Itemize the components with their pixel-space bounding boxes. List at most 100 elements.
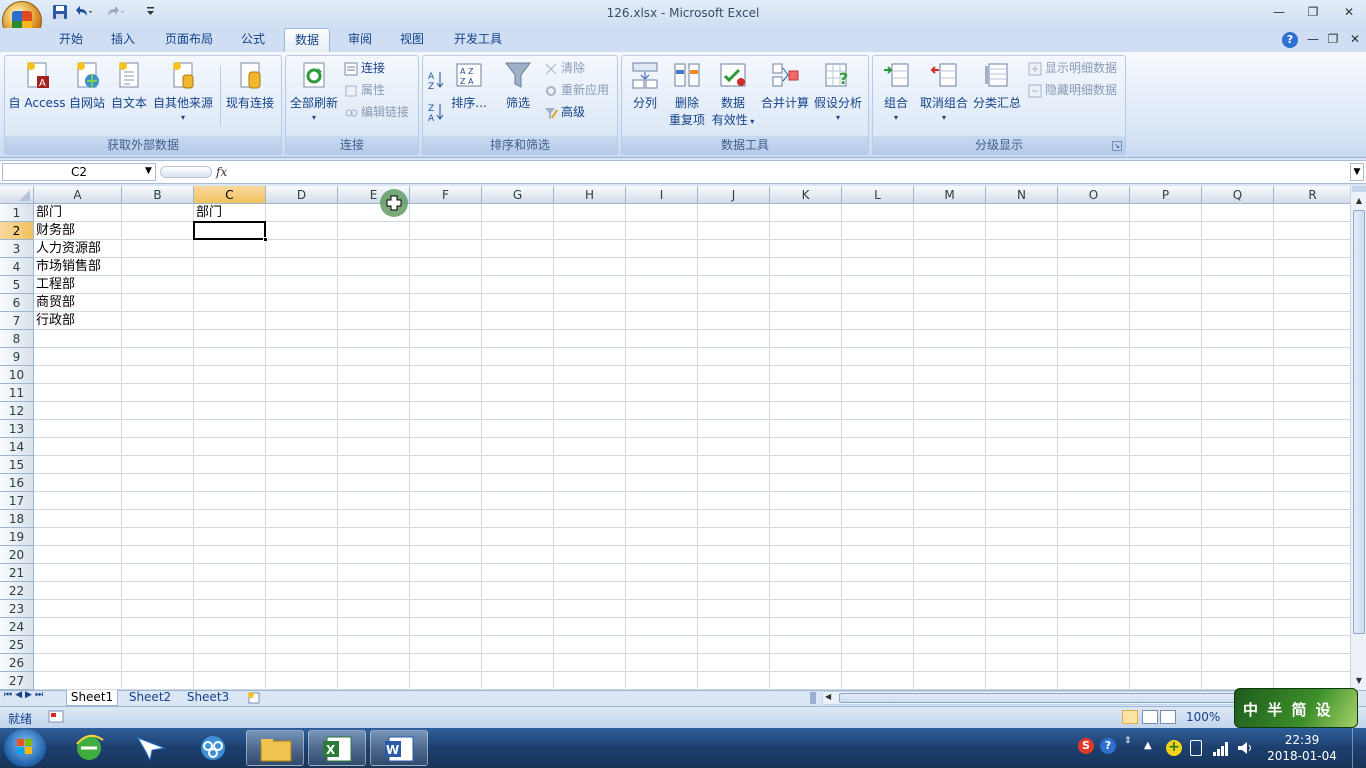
insert-sheet-icon[interactable] [244,691,266,705]
page-break-view-icon[interactable] [1160,710,1176,724]
ungroup-button[interactable]: 取消组合 ▾ [918,60,970,122]
row-header-5[interactable]: 5 [0,276,34,294]
tab-home[interactable]: 开始 [50,28,92,52]
row-header-2[interactable]: 2 [0,222,34,240]
data-validation-button[interactable]: 数据 有效性 ▾ [708,60,758,128]
cell-A6[interactable]: 商贸部 [34,294,75,312]
row-header-19[interactable]: 19 [0,528,34,546]
sheet-tab-1[interactable]: Sheet1 [66,690,118,706]
insert-function-icon[interactable]: fx [216,163,234,181]
row-header-9[interactable]: 9 [0,348,34,366]
from-text-button[interactable]: 自文本 [108,60,150,111]
tab-insert[interactable]: 插入 [102,28,144,52]
zoom-level[interactable]: 100% [1186,710,1220,724]
name-box-dropdown-icon[interactable]: ▼ [145,166,152,176]
row-header-3[interactable]: 3 [0,240,34,258]
cell-A3[interactable]: 人力资源部 [34,240,101,258]
text-to-columns-button[interactable]: 分列 [626,60,664,111]
column-header-B[interactable]: B [122,186,194,204]
row-header-25[interactable]: 25 [0,636,34,654]
h-scroll-thumb[interactable] [839,693,1259,703]
security-tray-icon[interactable]: + [1166,740,1182,756]
subtotal-button[interactable]: 分类汇总 [972,60,1022,111]
row-header-6[interactable]: 6 [0,294,34,312]
row-header-26[interactable]: 26 [0,654,34,672]
sheet-tab-3[interactable]: Sheet3 [182,690,234,706]
taskbar-ie-browser[interactable] [60,730,118,766]
row-header-8[interactable]: 8 [0,330,34,348]
column-header-J[interactable]: J [698,186,770,204]
column-header-O[interactable]: O [1058,186,1130,204]
close-icon[interactable]: ✕ [1336,3,1362,21]
what-if-analysis-button[interactable]: ? 假设分析 ▾ [812,60,864,122]
advanced-filter-button[interactable]: 高级 [544,102,585,122]
formula-bar-splitter[interactable] [160,166,212,178]
sheet-tab-2[interactable]: Sheet2 [124,690,176,706]
from-other-sources-button[interactable]: 自其他来源 ▾ [150,60,216,122]
column-header-R[interactable]: R [1274,186,1352,204]
undo-icon[interactable] [72,4,94,24]
column-header-A[interactable]: A [34,186,122,204]
wb-close-icon[interactable]: ✕ [1342,30,1366,48]
row-header-13[interactable]: 13 [0,420,34,438]
row-header-12[interactable]: 12 [0,402,34,420]
scroll-down-icon[interactable]: ▼ [1352,674,1366,688]
column-header-I[interactable]: I [626,186,698,204]
row-header-16[interactable]: 16 [0,474,34,492]
select-all-button[interactable] [0,186,34,204]
row-header-4[interactable]: 4 [0,258,34,276]
cell-A7[interactable]: 行政部 [34,312,75,330]
cell-A1[interactable]: 部门 [34,204,62,222]
sort-desc-icon[interactable]: ZA [428,102,446,125]
cell-A2[interactable]: 财务部 [34,222,75,240]
row-header-23[interactable]: 23 [0,600,34,618]
column-header-P[interactable]: P [1130,186,1202,204]
tab-page-layout[interactable]: 页面布局 [156,28,222,52]
page-layout-view-icon[interactable] [1142,710,1158,724]
device-tray-icon[interactable] [1190,740,1202,756]
refresh-all-button[interactable]: 全部刷新 ▾ [288,60,340,122]
macro-record-icon[interactable] [48,710,64,723]
fill-handle[interactable] [263,237,268,242]
tab-split-handle[interactable] [810,692,816,704]
tray-help-icon[interactable]: ? [1100,738,1116,754]
column-header-K[interactable]: K [770,186,842,204]
sort-button[interactable]: A ZZ A 排序... [450,60,488,111]
scroll-left-icon[interactable]: ◀ [825,692,831,701]
taskbar-clock[interactable]: 22:39 2018-01-04 [1262,732,1342,764]
column-header-G[interactable]: G [482,186,554,204]
worksheet-grid[interactable] [0,186,1350,690]
sort-asc-icon[interactable]: AZ [428,70,446,93]
tab-data[interactable]: 数据 [284,28,330,52]
save-icon[interactable] [52,4,68,24]
start-button[interactable] [4,729,46,767]
scroll-up-icon[interactable]: ▲ [1352,194,1366,208]
group-button[interactable]: 组合 ▾ [878,60,914,122]
expand-formula-bar-icon[interactable]: ▼ [1350,163,1364,181]
row-header-18[interactable]: 18 [0,510,34,528]
taskbar-word[interactable]: W [370,730,428,766]
row-header-14[interactable]: 14 [0,438,34,456]
column-header-Q[interactable]: Q [1202,186,1274,204]
filter-button[interactable]: 筛选 [500,60,536,111]
restore-icon[interactable]: ❐ [1300,3,1326,21]
cell-C1[interactable]: 部门 [194,204,222,222]
connections-button[interactable]: 连接 [344,58,385,78]
scroll-thumb[interactable] [1353,210,1365,634]
tab-developer[interactable]: 开发工具 [444,28,512,52]
row-header-10[interactable]: 10 [0,366,34,384]
normal-view-icon[interactable] [1122,710,1138,724]
row-header-7[interactable]: 7 [0,312,34,330]
cell-A5[interactable]: 工程部 [34,276,75,294]
tab-view[interactable]: 视图 [392,28,432,52]
column-header-H[interactable]: H [554,186,626,204]
row-header-20[interactable]: 20 [0,546,34,564]
consolidate-button[interactable]: 合并计算 [760,60,810,111]
formula-input[interactable] [237,162,1349,182]
volume-icon[interactable] [1236,740,1254,759]
network-icon[interactable] [1212,740,1230,759]
row-header-17[interactable]: 17 [0,492,34,510]
minimize-icon[interactable]: — [1266,3,1292,21]
column-header-N[interactable]: N [986,186,1058,204]
tray-arrow-icon[interactable]: ⇕ [1124,736,1132,746]
